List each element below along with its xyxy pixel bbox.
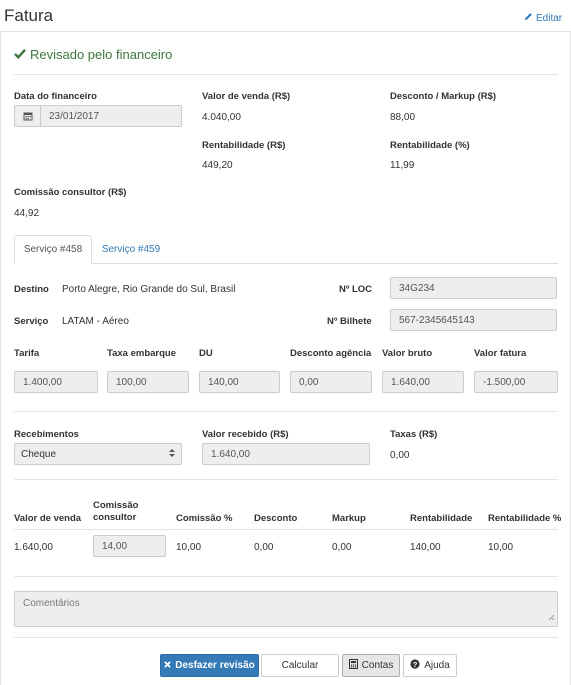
service-value: LATAM - Aéreo <box>62 316 129 327</box>
gross-value-input[interactable]: 1.640,00 <box>382 371 464 393</box>
question-circle-icon: ? <box>410 659 420 672</box>
agency-discount-input[interactable]: 0,00 <box>290 371 372 393</box>
destination-value: Porto Alegre, Rio Grande do Sul, Brasil <box>62 284 236 295</box>
fare-header: DU <box>199 348 213 359</box>
discount-value: 88,00 <box>390 112 416 123</box>
edit-label: Editar <box>536 12 563 24</box>
breakdown-header: Rentabilidade % <box>488 513 562 524</box>
fare-header: Valor fatura <box>474 348 527 359</box>
taxes-label: Taxas (R$) <box>390 429 438 440</box>
fare-header: Taxa embarque <box>107 348 176 359</box>
select-arrows-icon <box>169 448 175 461</box>
breakdown-sale: 1.640,00 <box>14 542 53 553</box>
loc-label: Nº LOC <box>339 284 373 295</box>
date-label: Data do financeiro <box>14 91 97 102</box>
divider <box>14 576 558 577</box>
sale-value: 4.040,00 <box>202 112 241 123</box>
consultant-commission-input[interactable]: 14,00 <box>93 535 166 557</box>
comments-placeholder: Comentários <box>23 598 80 609</box>
svg-text:?: ? <box>413 660 418 669</box>
breakdown-header: Comissão % <box>176 513 233 524</box>
ticket-label: Nº Bilhete <box>327 316 372 327</box>
date-field[interactable]: 23/01/2017 <box>14 105 182 127</box>
times-icon <box>164 660 171 671</box>
fare-header: Valor bruto <box>382 348 433 359</box>
commission-label: Comissão consultor (R$) <box>14 187 127 198</box>
breakdown-profit: 140,00 <box>410 542 441 553</box>
divider <box>14 637 558 638</box>
divider <box>14 74 558 75</box>
receipt-method-select[interactable]: Cheque <box>14 443 182 465</box>
undo-review-button[interactable]: Desfazer revisão <box>160 654 259 677</box>
breakdown-header: Comissão consultor <box>93 500 139 523</box>
divider <box>14 479 558 480</box>
fare-header: Tarifa <box>14 348 40 359</box>
help-label: Ajuda <box>424 660 450 671</box>
pencil-icon <box>524 12 533 24</box>
breakdown-markup: 0,00 <box>332 542 352 553</box>
profit-pct-value: 11,99 <box>390 160 415 171</box>
ticket-input[interactable]: 567-2345645143 <box>390 309 557 331</box>
receipt-method-value: Cheque <box>21 448 57 460</box>
resize-handle-icon[interactable] <box>548 613 555 624</box>
breakdown-commission-pct: 10,00 <box>176 542 202 553</box>
review-status: Revisado pelo financeiro <box>14 47 172 62</box>
received-input[interactable]: 1.640,00 <box>202 443 370 465</box>
destination-label: Destino <box>14 284 49 295</box>
receipts-label: Recebimentos <box>14 429 79 440</box>
breakdown-header: Desconto <box>254 513 298 524</box>
profit-pct-label: Rentabilidade (%) <box>390 140 470 151</box>
help-button[interactable]: ? Ajuda <box>403 654 457 677</box>
received-label: Valor recebido (R$) <box>202 429 289 440</box>
taxes-value: 0,00 <box>390 450 410 461</box>
date-input[interactable]: 23/01/2017 <box>40 105 182 127</box>
edit-link[interactable]: Editar <box>524 12 562 24</box>
accounts-label: Contas <box>361 660 394 671</box>
tab-service-459[interactable]: Serviço #459 <box>92 235 170 264</box>
profit-label: Rentabilidade (R$) <box>202 140 286 151</box>
breakdown-discount: 0,00 <box>254 542 274 553</box>
breakdown-header: Valor de venda <box>14 513 82 524</box>
profit-value: 449,20 <box>202 160 233 171</box>
service-label: Serviço <box>14 316 49 327</box>
table-header-divider <box>14 529 558 530</box>
breakdown-header: Markup <box>332 513 366 524</box>
calculator-icon <box>348 659 358 672</box>
comments-textarea[interactable]: Comentários <box>14 591 558 627</box>
loc-input[interactable]: 34G234 <box>390 277 557 299</box>
tariff-input[interactable]: 1.400,00 <box>14 371 98 393</box>
calendar-icon[interactable] <box>14 105 40 127</box>
status-text: Revisado pelo financeiro <box>30 47 173 62</box>
invoice-value-input[interactable]: -1.500,00 <box>474 371 558 393</box>
tab-service-458[interactable]: Serviço #458 <box>14 235 92 264</box>
breakdown-profit-pct: 10,00 <box>488 542 514 553</box>
fare-header: Desconto agência <box>290 348 372 359</box>
accounts-button[interactable]: Contas <box>342 654 400 677</box>
du-input[interactable]: 140,00 <box>199 371 280 393</box>
boarding-tax-input[interactable]: 100,00 <box>107 371 189 393</box>
breakdown-header: Rentabilidade <box>410 513 473 524</box>
divider <box>14 411 558 412</box>
undo-review-label: Desfazer revisão <box>175 660 255 671</box>
discount-label: Desconto / Markup (R$) <box>390 91 497 102</box>
sale-label: Valor de venda (R$) <box>202 91 291 102</box>
check-icon <box>14 47 26 62</box>
page-title: Fatura <box>4 6 54 25</box>
commission-value: 44,92 <box>14 208 40 219</box>
calculate-button[interactable]: Calcular <box>261 654 339 677</box>
